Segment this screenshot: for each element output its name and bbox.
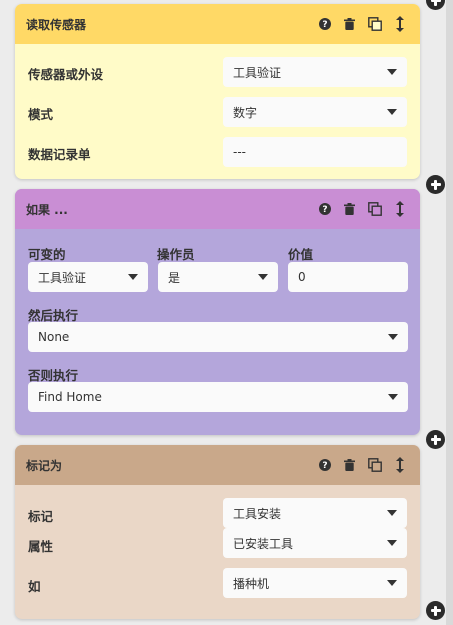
help-icon[interactable]: ? [316, 201, 333, 218]
operator-label: 操作员 [157, 247, 195, 262]
block-title: 标记为 [26, 458, 63, 473]
chevron-down-icon [388, 334, 398, 340]
then-select[interactable]: None [28, 322, 408, 352]
mode-label: 模式 [28, 107, 54, 122]
svg-text:?: ? [322, 461, 327, 471]
operator-select[interactable]: 是 [158, 262, 278, 292]
property-label: 属性 [28, 539, 54, 554]
block-title: 读取传感器 [26, 17, 87, 32]
chevron-down-icon [387, 69, 397, 75]
mode-select[interactable]: 数字 [223, 97, 407, 127]
help-icon[interactable]: ? [316, 457, 333, 474]
datalog-label: 数据记录单 [28, 147, 91, 162]
copy-icon[interactable] [366, 16, 383, 33]
drag-handle-icon[interactable] [391, 16, 408, 33]
mark-select[interactable]: 工具安装 [223, 498, 407, 528]
block-header: 标记为 ? [15, 445, 420, 485]
mark-as-block: 标记为 ? 标记 工具安装 属性 已安装工具 如 播种机 [15, 445, 420, 619]
trash-icon[interactable] [341, 201, 358, 218]
as-select[interactable]: 播种机 [223, 568, 407, 598]
copy-icon[interactable] [366, 201, 383, 218]
svg-text:?: ? [322, 20, 327, 30]
trash-icon[interactable] [341, 457, 358, 474]
as-label: 如 [28, 579, 41, 594]
trash-icon[interactable] [341, 16, 358, 33]
property-select[interactable]: 已安装工具 [223, 528, 407, 558]
sensor-label: 传感器或外设 [28, 67, 104, 82]
drag-handle-icon[interactable] [391, 201, 408, 218]
block-header: 如果 ... ? [15, 189, 420, 229]
chevron-down-icon [128, 274, 138, 280]
block-title: 如果 ... [26, 202, 68, 217]
drag-handle-icon[interactable] [391, 457, 408, 474]
svg-text:?: ? [322, 205, 327, 215]
chevron-down-icon [387, 510, 397, 516]
if-block: 如果 ... ? 可变的 操作员 价值 工具验证 是 0 然后执行 None 否… [15, 189, 420, 435]
chevron-down-icon [387, 540, 397, 546]
value-label: 价值 [288, 247, 314, 262]
block-header: 读取传感器 ? [15, 4, 420, 44]
chevron-down-icon [387, 109, 397, 115]
datalog-input[interactable]: --- [223, 137, 407, 167]
mark-label: 标记 [28, 509, 54, 524]
chevron-down-icon [387, 580, 397, 586]
chevron-down-icon [388, 394, 398, 400]
read-sensor-block: 读取传感器 ? 传感器或外设 工具验证 模式 数字 数据记录单 --- [15, 4, 420, 179]
add-block-button[interactable] [426, 430, 445, 449]
variable-select[interactable]: 工具验证 [28, 262, 148, 292]
help-icon[interactable]: ? [316, 16, 333, 33]
variable-label: 可变的 [28, 247, 66, 262]
value-input[interactable]: 0 [288, 262, 408, 292]
add-block-button[interactable] [426, 175, 445, 194]
sensor-select[interactable]: 工具验证 [223, 57, 407, 87]
add-block-button[interactable] [426, 601, 445, 620]
copy-icon[interactable] [366, 457, 383, 474]
else-select[interactable]: Find Home [28, 382, 408, 412]
chevron-down-icon [258, 274, 268, 280]
